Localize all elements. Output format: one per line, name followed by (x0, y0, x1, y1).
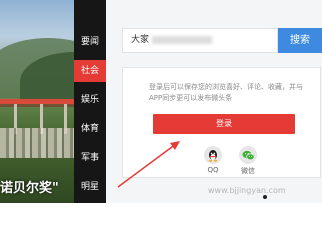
nav-item-celebrities[interactable]: 明星 (74, 176, 106, 198)
wechat-icon[interactable] (239, 146, 257, 164)
search-input[interactable]: 大家 (122, 28, 278, 53)
qq-label: QQ (207, 166, 219, 174)
search-button[interactable]: 搜索 (278, 28, 322, 53)
town-shape (0, 128, 74, 158)
main-panel: 大家 搜索 登录后可以保存您的浏览喜好、评论、收藏，并与APP同步更可以发布微头… (106, 0, 322, 203)
qq-login[interactable]: QQ (202, 146, 224, 174)
blurred-text (152, 35, 213, 44)
login-description: 登录后可以保存您的浏览喜好、评论、收藏，并与APP同步更可以发布微头条 (149, 83, 303, 102)
photo-caption[interactable]: 诺贝尔奖" (0, 177, 59, 196)
bridge-shadow (0, 104, 74, 107)
wechat-label: 微信 (241, 167, 255, 175)
nav-item-headlines[interactable]: 要闻 (74, 31, 106, 53)
watermark: www.bjjingyan.com (208, 186, 286, 195)
login-card: 登录后可以保存您的浏览喜好、评论、收藏，并与APP同步更可以发布微头条 登录 Q… (122, 67, 321, 178)
wechat-login[interactable]: 微信 (237, 146, 259, 176)
qq-icon[interactable] (204, 146, 222, 164)
nav-item-sports[interactable]: 体育 (74, 118, 106, 140)
category-nav: 要闻 社会 娱乐 体育 军事 明星 (74, 0, 106, 203)
nav-item-society[interactable]: 社会 (74, 60, 106, 82)
search-input-value: 大家 (131, 35, 150, 45)
nav-item-military[interactable]: 军事 (74, 147, 106, 169)
news-photo[interactable]: 诺贝尔奖" (0, 0, 74, 203)
login-button[interactable]: 登录 (153, 114, 295, 134)
carousel-dot[interactable] (263, 195, 267, 199)
nav-item-entertainment[interactable]: 娱乐 (74, 89, 106, 111)
